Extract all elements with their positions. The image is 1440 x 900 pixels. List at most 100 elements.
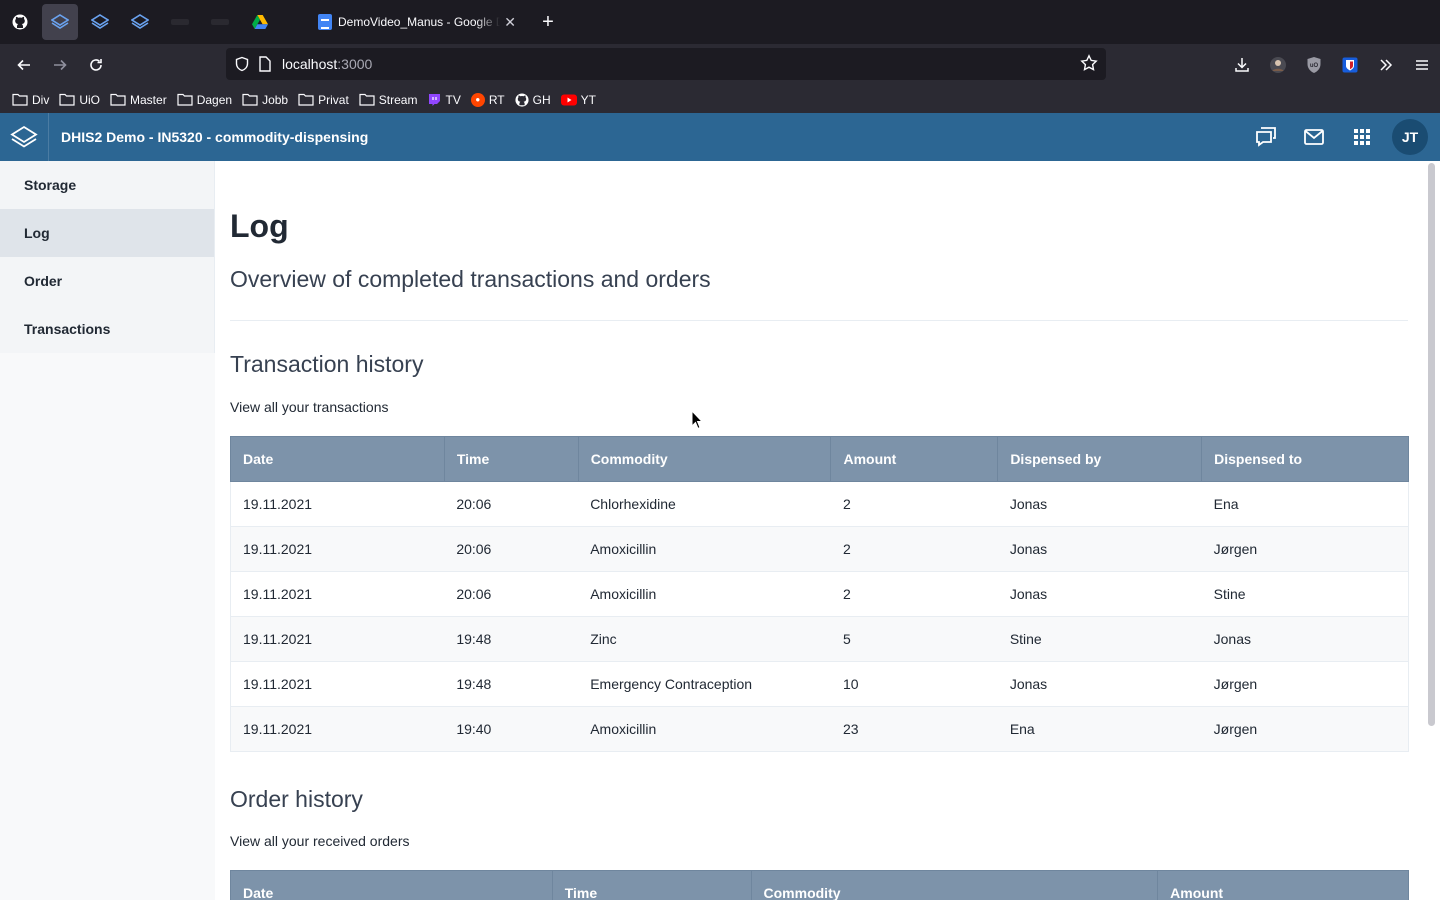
table-cell: Amoxicillin (578, 571, 831, 617)
table-cell: Stine (997, 616, 1202, 662)
table-cell: Zinc (578, 616, 831, 662)
table-row: 19.11.2021 20:06 Amoxicillin 2 Jonas Jør… (230, 526, 1409, 572)
orders-table: Date Time Commodity Amount (230, 870, 1409, 900)
scrollbar-thumb[interactable] (1428, 163, 1435, 726)
pinned-tab-dhis2-active[interactable] (42, 4, 78, 40)
dhis2-icon (51, 14, 69, 29)
divider (230, 320, 1408, 321)
mouse-cursor-icon (691, 410, 704, 430)
table-cell: Ena (997, 706, 1202, 752)
new-tab-button[interactable]: + (534, 8, 562, 36)
pinned-tab-dhis2[interactable] (82, 4, 118, 40)
dhis2-header-bar: DHIS2 Demo - IN5320 - commodity-dispensi… (0, 113, 1440, 161)
github-icon (12, 14, 28, 30)
bookmark-label: TV (445, 92, 461, 107)
bookmark-dagen[interactable]: Dagen (177, 93, 232, 107)
sidebar-item-log[interactable]: Log (0, 209, 214, 257)
column-header: Amount (1157, 870, 1409, 900)
folder-icon (242, 93, 258, 106)
bookmark-label: RT (488, 92, 505, 107)
folder-icon (177, 93, 193, 106)
table-cell: 10 (830, 661, 998, 707)
app-title: DHIS2 Demo - IN5320 - commodity-dispensi… (61, 129, 369, 145)
bookmark-label: Div (32, 92, 50, 107)
forward-button[interactable] (42, 49, 78, 81)
column-header: Time (443, 436, 579, 482)
bookmark-stream[interactable]: Stream (359, 92, 418, 107)
table-cell: 23 (830, 706, 998, 752)
url-text: localhost:3000 (282, 56, 373, 72)
folder-icon (59, 93, 75, 106)
more-tools-button[interactable] (1368, 49, 1404, 81)
reload-icon (90, 59, 102, 71)
reload-button[interactable] (78, 49, 114, 81)
sidebar-item-storage[interactable]: Storage (0, 161, 214, 209)
bookmark-tv[interactable]: TV (427, 92, 461, 107)
bookmark-gh[interactable]: GH (515, 93, 551, 107)
bookmark-rt[interactable]: ● RT (470, 92, 505, 107)
pinned-tab-github[interactable] (2, 4, 38, 40)
column-header: Dispensed by (997, 436, 1203, 482)
bitwarden-icon (1342, 57, 1358, 73)
back-button[interactable] (6, 49, 42, 81)
bookmark-div[interactable]: Div (12, 93, 49, 107)
sidebar-item-transactions[interactable]: Transactions (0, 305, 214, 353)
column-header: Dispensed to (1201, 436, 1409, 482)
apps-menu-button[interactable] (1338, 113, 1386, 161)
ublock-extension-button[interactable]: uO (1296, 49, 1332, 81)
bookmark-label: UiO (79, 92, 101, 107)
pinned-tab-google-drive[interactable] (242, 4, 278, 40)
app-menu-button[interactable] (1404, 49, 1440, 81)
column-header: Commodity (750, 870, 1159, 900)
order-history-description: View all your received orders (230, 833, 410, 849)
address-bar[interactable]: localhost:3000 (226, 48, 1106, 80)
bookmark-jobb[interactable]: Jobb (242, 93, 288, 107)
pinned-tab-dhis2[interactable] (122, 4, 158, 40)
table-row: 19.11.2021 20:06 Chlorhexidine 2 Jonas E… (230, 481, 1409, 527)
close-tab-icon[interactable]: ✕ (504, 14, 516, 31)
transaction-history-description: View all your transactions (230, 399, 389, 415)
pinned-tab-uio[interactable] (162, 4, 198, 40)
double-chevron-right-icon (1380, 59, 1393, 71)
bookmark-privat[interactable]: Privat (298, 93, 349, 107)
download-icon (1235, 58, 1249, 72)
table-cell: Chlorhexidine (578, 481, 831, 527)
table-row: 19.11.2021 19:40 Amoxicillin 23 Ena Jørg… (230, 706, 1409, 752)
order-history-heading: Order history (230, 786, 363, 812)
user-avatar[interactable]: JT (1392, 119, 1428, 155)
folder-icon (298, 93, 314, 106)
table-cell: 5 (830, 616, 998, 662)
page-icon (259, 56, 271, 72)
interpretations-button[interactable] (1242, 113, 1290, 161)
downloads-button[interactable] (1224, 49, 1260, 81)
table-cell: Jørgen (1201, 661, 1409, 707)
dhis2-logo[interactable] (0, 113, 49, 161)
table-cell: 19.11.2021 (230, 526, 445, 572)
hamburger-menu-icon (1416, 60, 1428, 70)
bookmark-star-icon[interactable] (1080, 54, 1098, 72)
main-content: Log Overview of completed transactions a… (216, 161, 1424, 900)
tab-google-docs[interactable]: DemoVideo_Manus - Google Docs ✕ (312, 4, 522, 40)
bookmark-master[interactable]: Master (110, 93, 167, 107)
page-subtitle: Overview of completed transactions and o… (230, 266, 711, 292)
table-cell: Jonas (1201, 616, 1409, 662)
table-cell: 19.11.2021 (230, 481, 445, 527)
bitwarden-extension-button[interactable] (1332, 49, 1368, 81)
bookmark-uio[interactable]: UiO (59, 93, 100, 107)
table-row: 19.11.2021 19:48 Zinc 5 Stine Jonas (230, 616, 1409, 662)
page-scrollbar[interactable] (1424, 161, 1440, 900)
profile-extension-button[interactable] (1260, 49, 1296, 81)
messages-button[interactable] (1290, 113, 1338, 161)
bookmark-label: Stream (378, 92, 418, 107)
pinned-tab-uio[interactable] (202, 4, 238, 40)
header-actions: JT (1242, 113, 1440, 161)
arrow-left-icon (17, 59, 30, 71)
column-header: Commodity (577, 436, 832, 482)
table-cell: Ena (1201, 481, 1409, 527)
table-cell: 20:06 (444, 571, 579, 617)
bookmark-yt[interactable]: YT (560, 93, 596, 107)
chat-icon (1256, 127, 1276, 147)
sidebar-item-order[interactable]: Order (0, 257, 214, 305)
table-cell: 20:06 (444, 526, 579, 572)
column-header: Time (551, 870, 752, 900)
